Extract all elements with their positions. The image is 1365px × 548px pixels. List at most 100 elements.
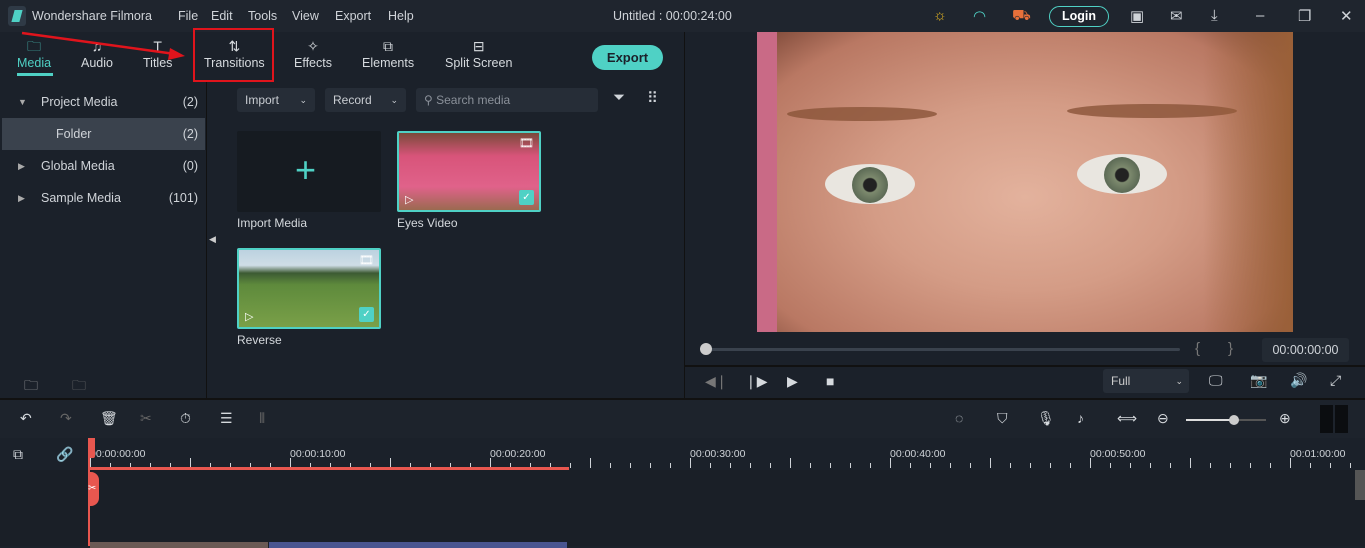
volume-icon[interactable]: 🔊	[1290, 372, 1307, 389]
tab-label: Effects	[294, 56, 332, 70]
tab-effects[interactable]: ✧ Effects	[294, 36, 332, 70]
fit-timeline-icon[interactable]: ⟺	[1117, 410, 1137, 427]
placeholder: Search media	[436, 93, 511, 107]
minimize-icon[interactable]: –	[1256, 7, 1264, 24]
minor-tick	[730, 463, 731, 468]
mark-out-icon[interactable]: }	[1228, 340, 1233, 357]
media-thumb-reverse[interactable]: 🎞 ▷ ✓	[237, 248, 381, 329]
marker-icon[interactable]: ⛉	[997, 410, 1008, 427]
restore-icon[interactable]: ❐	[1298, 7, 1311, 25]
close-icon[interactable]: ✕	[1340, 7, 1353, 25]
ruler-label: 00:01:00:00	[1290, 448, 1346, 460]
microphone-icon[interactable]: 🎙	[1037, 410, 1055, 427]
minor-tick	[570, 463, 571, 468]
audio-wave-icon[interactable]: ⦀	[259, 410, 265, 427]
record-dropdown[interactable]: Record ⌄	[325, 88, 406, 112]
ruler-label: 00:00:30:00	[690, 448, 746, 460]
display-icon[interactable]: 🖵	[1209, 372, 1223, 389]
delete-icon[interactable]: 🗑	[100, 410, 118, 427]
scissor-marker-icon[interactable]: ✂	[88, 472, 99, 506]
folder-icon[interactable]: 🗀	[72, 375, 86, 399]
undo-icon[interactable]: ↶	[20, 410, 32, 427]
label: Global Media	[41, 159, 115, 173]
cut-icon[interactable]: ✂	[140, 410, 152, 427]
effects-icon: ✧	[307, 38, 319, 54]
play-frame-icon[interactable]: ❘▶	[745, 373, 768, 390]
render-preview-icon[interactable]: ◌	[955, 410, 963, 426]
minor-tick	[1170, 463, 1171, 468]
mail-icon[interactable]: ✉	[1170, 7, 1183, 25]
count: (101)	[168, 191, 198, 205]
save-icon[interactable]: ▣	[1130, 7, 1144, 25]
tab-split-screen[interactable]: ⊟ Split Screen	[445, 36, 512, 70]
tab-label: Split Screen	[445, 56, 513, 70]
speed-timer-icon[interactable]: ⏱	[180, 410, 191, 427]
import-media-tile[interactable]: +	[237, 131, 381, 212]
fullscreen-icon[interactable]: ⤢	[1330, 372, 1341, 389]
previous-frame-icon[interactable]: ◀❘	[705, 373, 728, 390]
minor-tick	[870, 463, 871, 468]
menu-edit[interactable]: Edit	[211, 9, 233, 23]
import-dropdown[interactable]: Import ⌄	[237, 88, 315, 112]
sidebar-item-folder[interactable]: Folder (2)	[2, 118, 205, 150]
minor-tick	[1210, 463, 1211, 468]
mark-in-icon[interactable]: {	[1195, 340, 1200, 357]
zoom-slider-handle[interactable]	[1229, 415, 1239, 425]
timeline-tracks[interactable]	[0, 470, 1365, 548]
label: Record	[333, 93, 372, 107]
export-button[interactable]: Export	[592, 45, 663, 70]
login-button[interactable]: Login	[1049, 6, 1109, 27]
adjust-icon[interactable]: ☰	[220, 410, 233, 427]
menu-help[interactable]: Help	[388, 9, 414, 23]
snapshot-camera-icon[interactable]: 📷	[1250, 372, 1267, 389]
minor-tick	[930, 463, 931, 468]
menu-tools[interactable]: Tools	[248, 9, 277, 23]
download-icon[interactable]: ⤓	[1211, 7, 1218, 24]
new-folder-icon[interactable]: 🗀	[24, 375, 38, 399]
vertical-scrollbar[interactable]	[1355, 470, 1365, 500]
grid-view-icon[interactable]: ⠿	[647, 89, 658, 107]
chevron-down-icon: ⌄	[390, 95, 398, 105]
search-input[interactable]: ⚲ Search media	[416, 88, 598, 112]
video-clip-reverse[interactable]	[269, 542, 567, 548]
bulb-icon[interactable]: ☼	[933, 7, 947, 24]
timeline-ruler[interactable]: ⧉ 🔗 00:00:00:00 00:00:10:00 00:00:20:00 …	[0, 438, 1365, 470]
play-icon[interactable]: ▶	[787, 373, 798, 390]
redo-icon[interactable]: ↷	[60, 410, 72, 427]
sidebar-item-sample-media[interactable]: ▶ Sample Media (101)	[0, 182, 205, 214]
playback-scrubber[interactable]	[700, 348, 1180, 351]
label: Import	[245, 93, 280, 107]
sidebar-item-project-media[interactable]: ▼ Project Media (2)	[0, 86, 205, 118]
minor-tick	[630, 463, 631, 468]
collapse-panel-icon[interactable]: ◀	[209, 234, 216, 245]
major-tick	[790, 458, 791, 468]
sidebar-item-global-media[interactable]: ▶ Global Media (0)	[0, 150, 205, 182]
media-thumb-eyes-video[interactable]: 🎞 ▷ ✓	[397, 131, 541, 212]
layout-toggle-icon[interactable]	[1320, 405, 1348, 433]
tab-elements[interactable]: ⧉ Elements	[362, 36, 414, 70]
zoom-out-icon[interactable]: ⊖	[1157, 410, 1169, 427]
quality-dropdown[interactable]: Full ⌄	[1103, 369, 1189, 393]
video-content	[825, 164, 915, 204]
zoom-in-icon[interactable]: ⊕	[1279, 410, 1291, 427]
elements-icon: ⧉	[383, 38, 394, 54]
minor-tick	[850, 463, 851, 468]
major-tick	[990, 458, 991, 468]
minor-tick	[1030, 463, 1031, 468]
minor-tick	[970, 463, 971, 468]
video-clip-eyes[interactable]	[90, 542, 268, 548]
minor-tick	[1070, 463, 1071, 468]
cart-icon[interactable]: ⛟	[1012, 7, 1031, 26]
headset-icon[interactable]: ◠	[973, 7, 986, 25]
media-label: Reverse	[237, 333, 282, 347]
stop-icon[interactable]: ■	[826, 373, 834, 389]
film-icon: 🎞	[518, 136, 534, 150]
ruler-label: 00:00:50:00	[1090, 448, 1146, 460]
audio-mixer-icon[interactable]: ♪	[1077, 410, 1084, 426]
menu-view[interactable]: View	[292, 9, 319, 23]
minor-tick	[1310, 463, 1311, 468]
menu-export[interactable]: Export	[335, 9, 371, 23]
filter-icon[interactable]: ⏷	[613, 89, 625, 106]
scrubber-handle[interactable]	[700, 343, 712, 355]
zoom-slider[interactable]	[1186, 419, 1266, 421]
